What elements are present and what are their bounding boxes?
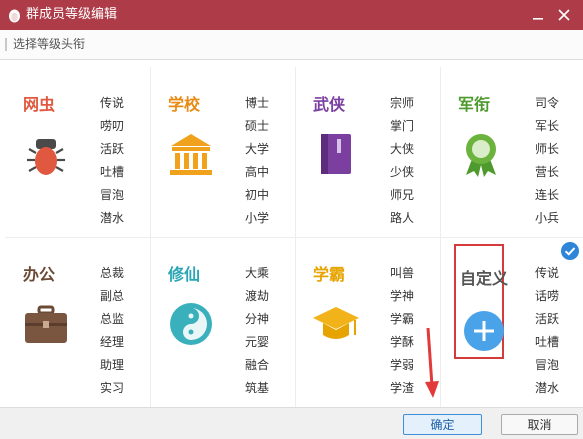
rank-item[interactable]: 经理 [100,334,124,357]
rank-item[interactable]: 实习 [100,380,124,403]
briefcase-icon [25,305,67,343]
category-card-junxian[interactable]: 军衔 司令 军长 师长 营长 连长 小兵 [440,67,583,237]
rank-item[interactable]: 融合 [245,357,269,380]
confirm-button[interactable]: 确定 [403,414,482,435]
category-name: 学霸 [313,265,346,284]
rank-item[interactable]: 学渣 [390,380,414,403]
cancel-button[interactable]: 取消 [501,414,578,435]
category-name: 修仙 [168,265,201,284]
rank-item[interactable]: 叫兽 [390,265,414,288]
medal-icon [466,134,496,177]
rank-item[interactable]: 渡劫 [245,288,269,311]
annotation-arrow [425,327,439,398]
rank-item[interactable]: 初中 [245,187,269,210]
rank-item[interactable]: 筑基 [245,380,269,403]
rank-item[interactable]: 大乘 [245,265,269,288]
rank-item[interactable]: 高中 [245,164,269,187]
rank-item[interactable]: 元婴 [245,334,269,357]
category-card-xiuxian[interactable]: 修仙 大乘 渡劫 分神 元婴 融合 筑基 [150,237,295,407]
rank-item[interactable]: 大学 [245,141,269,164]
rank-item[interactable]: 学霸 [390,311,414,334]
graduation-cap-icon [313,307,359,339]
rank-list: 宗师 掌门 大侠 少侠 师兄 路人 [390,95,414,233]
category-name: 学校 [168,95,201,114]
rank-list: 传说 话唠 活跃 吐槽 冒泡 潜水 [535,265,559,403]
category-card-xuexiao[interactable]: 学校 博士 硕士 大学 高中 初中 小学 [150,67,295,237]
category-card-wangchong[interactable]: 网虫 传说 唠叨 活跃 吐槽 冒泡 潜水 [5,67,150,237]
rank-item[interactable]: 助理 [100,357,124,380]
category-name: 军衔 [458,95,491,114]
rank-item[interactable]: 潜水 [535,380,559,403]
dialog-footer: 确定 取消 [0,407,583,439]
rank-list: 博士 硕士 大学 高中 初中 小学 [245,95,269,233]
rank-list: 叫兽 学神 学霸 学酥 学弱 学渣 [390,265,414,403]
category-name: 办公 [23,265,56,284]
rank-item[interactable]: 师兄 [390,187,414,210]
rank-item[interactable]: 师长 [535,141,559,164]
rank-item[interactable]: 话唠 [535,288,559,311]
window-title: 群成员等级编辑 [26,7,118,22]
rank-item[interactable]: 分神 [245,311,269,334]
category-card-xueba[interactable]: 学霸 叫兽 学神 学霸 学酥 学弱 学渣 [295,237,440,407]
rank-item[interactable]: 吐槽 [100,164,124,187]
school-building-icon [170,134,212,175]
rank-list: 总裁 副总 总监 经理 助理 实习 [100,265,124,403]
section-header: 选择等级头衔 [0,30,583,60]
category-card-bangong[interactable]: 办公 总裁 副总 总监 经理 助理 实习 [5,237,150,407]
rank-list: 大乘 渡劫 分神 元婴 融合 筑基 [245,265,269,403]
add-icon[interactable] [462,309,506,353]
rank-item[interactable]: 副总 [100,288,124,311]
rank-item[interactable]: 冒泡 [100,187,124,210]
category-name: 自定义 [460,269,509,288]
rank-item[interactable]: 总裁 [100,265,124,288]
rank-item[interactable]: 营长 [535,164,559,187]
book-icon [321,134,351,174]
rank-item[interactable]: 冒泡 [535,357,559,380]
rank-item[interactable]: 学酥 [390,334,414,357]
category-card-custom[interactable]: 自定义 传说 话唠 活跃 吐槽 冒泡 潜水 [440,237,583,407]
rank-item[interactable]: 潜水 [100,210,124,233]
rank-item[interactable]: 活跃 [100,141,124,164]
rank-item[interactable]: 总监 [100,311,124,334]
section-label: 选择等级头衔 [13,37,86,51]
rank-item[interactable]: 连长 [535,187,559,210]
selected-check-icon [561,242,579,260]
rank-list: 司令 军长 师长 营长 连长 小兵 [535,95,559,233]
rank-item[interactable]: 唠叨 [100,118,124,141]
category-name: 武侠 [313,95,346,114]
rank-item[interactable]: 军长 [535,118,559,141]
rank-item[interactable]: 学弱 [390,357,414,380]
rank-item[interactable]: 吐槽 [535,334,559,357]
minimize-icon[interactable] [527,4,549,26]
rank-item[interactable]: 活跃 [535,311,559,334]
rank-item[interactable]: 宗师 [390,95,414,118]
rank-item[interactable]: 小兵 [535,210,559,233]
rank-item[interactable]: 少侠 [390,164,414,187]
rank-item[interactable]: 大侠 [390,141,414,164]
rank-item[interactable]: 硕士 [245,118,269,141]
rank-item[interactable]: 传说 [100,95,124,118]
rank-item[interactable]: 学神 [390,288,414,311]
rank-item[interactable]: 传说 [535,265,559,288]
rank-item[interactable]: 掌门 [390,118,414,141]
rank-item[interactable]: 博士 [245,95,269,118]
yin-yang-icon [170,303,212,345]
rank-item[interactable]: 司令 [535,95,559,118]
rank-item[interactable]: 路人 [390,210,414,233]
rank-item[interactable]: 小学 [245,210,269,233]
bug-icon [27,139,65,175]
category-card-wuxia[interactable]: 武侠 宗师 掌门 大侠 少侠 师兄 路人 [295,67,440,237]
title-bar: 群成员等级编辑 [0,0,583,30]
category-name: 网虫 [23,95,56,114]
penguin-icon [9,9,20,23]
rank-list: 传说 唠叨 活跃 吐槽 冒泡 潜水 [100,95,124,233]
grip-divider [5,38,7,51]
close-icon[interactable] [553,4,575,26]
level-category-grid: 网虫 传说 唠叨 活跃 吐槽 冒泡 潜水 学校 博士 硕士 大学 高中 初中 小… [5,67,583,407]
